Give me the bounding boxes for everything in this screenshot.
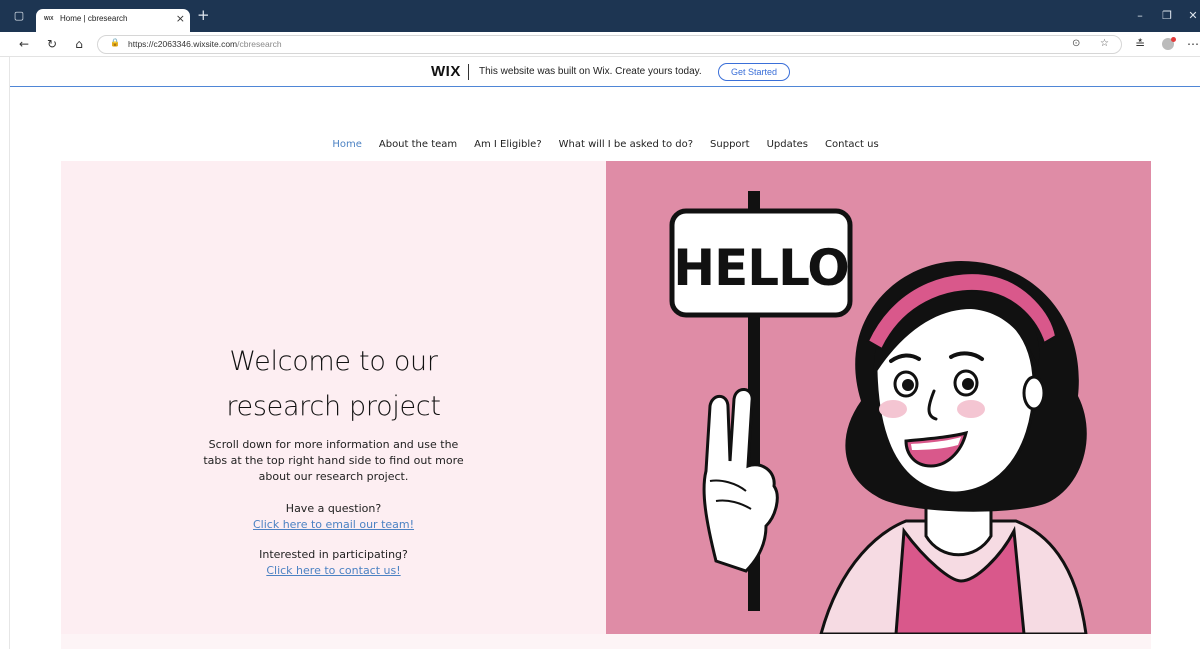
contact-us-link[interactable]: Click here to contact us! — [61, 563, 606, 579]
browser-tab[interactable]: WiX Home | cbresearch × — [36, 9, 190, 32]
page-viewport: WIX This website was built on Wix. Creat… — [9, 57, 1200, 649]
wix-favicon-icon: WiX — [44, 16, 54, 22]
hero-title: Welcome to our research project — [226, 346, 441, 422]
tab-actions-icon[interactable]: ▢ — [12, 9, 26, 23]
close-tab-icon[interactable]: × — [176, 12, 185, 25]
nav-support[interactable]: Support — [710, 137, 750, 153]
hero-intro-text: Scroll down for more information and use… — [203, 438, 464, 483]
back-icon[interactable]: ← — [17, 37, 31, 51]
favorites-icon[interactable]: ≛ — [1133, 37, 1147, 51]
nav-home[interactable]: Home — [332, 137, 362, 153]
nav-contact-us[interactable]: Contact us — [825, 137, 879, 153]
reader-icon[interactable]: ⊙ — [1072, 38, 1080, 49]
hero-bottom-strip — [61, 634, 1151, 649]
question-label: Have a question? — [285, 502, 382, 515]
url-text: https://c2063346.wixsite.com/cbresearch — [128, 39, 282, 49]
email-team-link[interactable]: Click here to email our team! — [61, 517, 606, 533]
hello-sign-text: HELLO — [673, 239, 848, 297]
banner-divider — [468, 64, 469, 80]
close-window-icon[interactable]: ✕ — [1186, 9, 1200, 23]
participate-label: Interested in participating? — [259, 548, 408, 561]
banner-message: This website was built on Wix. Create yo… — [479, 66, 702, 77]
hero-illustration: HELLO — [606, 161, 1151, 634]
ear — [1022, 375, 1046, 411]
more-menu-icon[interactable]: ⋯ — [1186, 37, 1200, 51]
right-cheek — [957, 400, 985, 418]
refresh-icon[interactable]: ↻ — [45, 37, 59, 51]
left-cheek — [879, 400, 907, 418]
get-started-button[interactable]: Get Started — [718, 63, 790, 81]
notification-dot — [1171, 37, 1176, 42]
wix-logo[interactable]: WIX — [431, 63, 461, 80]
browser-toolbar: ← ↻ ⌂ 🔒 https://c2063346.wixsite.com/cbr… — [0, 32, 1200, 57]
site-navigation: Home About the team Am I Eligible? What … — [10, 137, 1200, 153]
tab-title: Home | cbresearch — [60, 14, 128, 23]
browser-titlebar: ▢ WiX Home | cbresearch × + – ❐ ✕ — [0, 0, 1200, 32]
lock-icon: 🔒 — [110, 38, 120, 47]
home-icon[interactable]: ⌂ — [72, 37, 86, 51]
minimize-icon[interactable]: – — [1133, 9, 1147, 23]
nav-am-i-eligible[interactable]: Am I Eligible? — [474, 137, 541, 153]
new-tab-icon[interactable]: + — [197, 8, 210, 23]
hello-woman-illustration: HELLO — [669, 191, 1088, 634]
address-bar[interactable]: 🔒 https://c2063346.wixsite.com/cbresearc… — [97, 35, 1122, 54]
wix-ad-banner: WIX This website was built on Wix. Creat… — [10, 57, 1200, 87]
favorite-star-icon[interactable]: ☆ — [1100, 38, 1109, 49]
nav-what-will-i-be-asked[interactable]: What will I be asked to do? — [559, 137, 693, 153]
restore-icon[interactable]: ❐ — [1160, 9, 1174, 23]
nav-about-the-team[interactable]: About the team — [379, 137, 457, 153]
nav-updates[interactable]: Updates — [767, 137, 808, 153]
hero-text-panel: Welcome to our research project Scroll d… — [61, 161, 606, 634]
